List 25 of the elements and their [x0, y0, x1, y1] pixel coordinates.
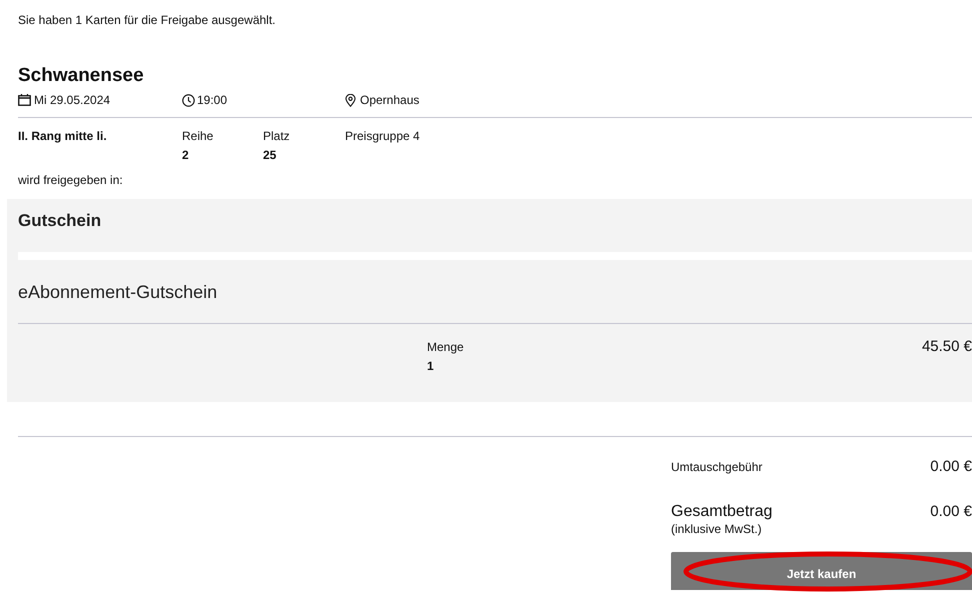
fee-amount: 0.00 €	[930, 456, 972, 477]
location-pin-icon	[345, 94, 356, 106]
calendar-icon	[18, 94, 31, 106]
fee-label: Umtauschgebühr	[671, 459, 762, 476]
seat-label: Platz	[263, 128, 290, 145]
event-title: Schwanensee	[18, 65, 144, 87]
release-label: wird freigegeben in:	[18, 173, 123, 187]
tax-note: (inklusive MwSt.)	[671, 522, 762, 536]
voucher-product: eAbonnement-Gutschein	[18, 282, 218, 302]
seat-area: II. Rang mitte li.	[18, 129, 107, 143]
total-amount: 0.00 €	[930, 502, 972, 522]
seat-number: 25	[263, 147, 276, 164]
clock-icon	[182, 94, 195, 106]
event-date: Mi 29.05.2024	[34, 93, 110, 107]
event-time: 19:00	[197, 93, 228, 107]
event-venue: Opernhaus	[360, 93, 420, 107]
total-label: Gesamtbetrag	[671, 502, 772, 522]
price-group: Preisgruppe 4	[345, 129, 420, 143]
voucher-heading: Gutschein	[18, 211, 102, 231]
row-label: Reihe	[182, 128, 214, 145]
quantity-label: Menge	[427, 339, 464, 356]
quantity-value: 1	[427, 358, 434, 375]
voucher-price: 45.50 €	[922, 338, 972, 357]
row-number: 2	[182, 147, 189, 164]
selection-message: Sie haben 1 Karten für die Freigabe ausgewählt.	[18, 13, 276, 27]
